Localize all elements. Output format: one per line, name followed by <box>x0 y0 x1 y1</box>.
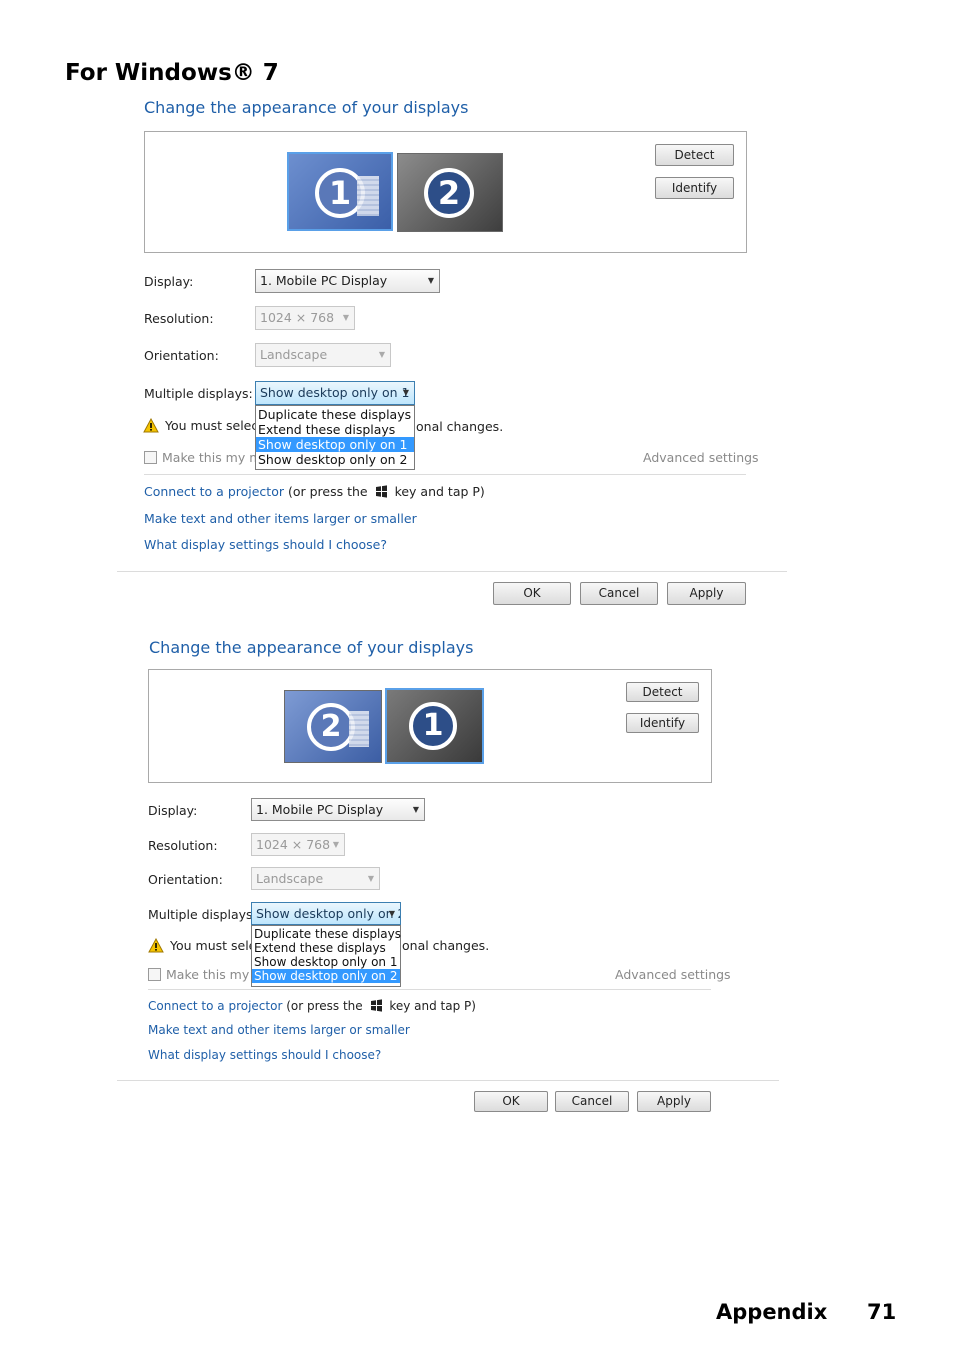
multiple-displays-select[interactable]: Show desktop only on 2 ▼ <box>251 902 401 925</box>
checkbox-box[interactable] <box>148 968 161 981</box>
connect-projector-link[interactable]: Connect to a projector <box>148 999 282 1013</box>
divider <box>144 474 746 475</box>
chevron-down-icon: ▼ <box>367 874 374 883</box>
detect-button[interactable]: Detect <box>626 682 699 702</box>
ok-button[interactable]: OK <box>493 582 571 605</box>
divider <box>148 989 711 990</box>
footer-section: Appendix <box>716 1300 828 1324</box>
checkbox-label: Make this my ma <box>162 450 270 465</box>
chevron-down-icon: ▼ <box>388 909 395 918</box>
identify-button[interactable]: Identify <box>626 713 699 733</box>
projector-row: Connect to a projector (or press the key… <box>144 484 485 499</box>
display-label: Display: <box>148 803 198 818</box>
dropdown-option[interactable]: Extend these displays <box>252 941 400 955</box>
multiple-displays-dropdown: Duplicate these displays Extend these di… <box>251 925 401 987</box>
panel-title: Change the appearance of your displays <box>144 98 469 117</box>
dropdown-option[interactable]: Show desktop only on 1 <box>252 955 400 969</box>
display-select[interactable]: 1. Mobile PC Display ▼ <box>255 269 440 293</box>
resolution-select: 1024 × 768 ▼ <box>255 306 355 330</box>
monitor-preview-area: 1 2 Detect Identify <box>144 131 747 253</box>
desktop-preview-icon <box>349 711 369 747</box>
advanced-settings-link[interactable]: Advanced settings <box>643 450 759 465</box>
connect-projector-link[interactable]: Connect to a projector <box>144 484 284 499</box>
dropdown-option[interactable]: Extend these displays <box>256 422 414 437</box>
projector-hint-end: key and tap P) <box>389 999 476 1013</box>
monitor-number: 1 <box>409 702 457 750</box>
warning-icon <box>148 938 164 953</box>
monitor-preview-area: 2 1 Detect Identify <box>148 669 712 783</box>
multiple-displays-value: Show desktop only on 2 <box>256 906 401 921</box>
multiple-displays-select[interactable]: Show desktop only on 1 ▼ <box>255 381 415 405</box>
display-help-link[interactable]: What display settings should I choose? <box>144 537 387 552</box>
orientation-label: Orientation: <box>144 348 219 363</box>
multiple-displays-dropdown: Duplicate these displays Extend these di… <box>255 405 415 470</box>
text-size-link[interactable]: Make text and other items larger or smal… <box>148 1023 410 1037</box>
monitor-1-tile[interactable]: 1 <box>385 688 484 764</box>
cancel-button[interactable]: Cancel <box>555 1091 629 1112</box>
display-help-link[interactable]: What display settings should I choose? <box>148 1048 381 1062</box>
resolution-value: 1024 × 768 <box>256 837 331 852</box>
dropdown-option[interactable]: Duplicate these displays <box>256 407 414 422</box>
display-value: 1. Mobile PC Display <box>260 273 388 288</box>
orientation-value: Landscape <box>256 871 324 886</box>
dropdown-option-selected[interactable]: Show desktop only on 2 <box>252 969 400 983</box>
cancel-button[interactable]: Cancel <box>580 582 658 605</box>
warning-text-end: onal changes. <box>416 419 504 434</box>
chevron-down-icon: ▼ <box>378 350 385 359</box>
projector-row: Connect to a projector (or press the key… <box>148 999 476 1013</box>
multiple-displays-label: Multiple displays: <box>148 907 257 922</box>
monitor-1-tile[interactable]: 1 <box>287 152 393 231</box>
monitor-number: 2 <box>307 703 355 751</box>
projector-hint-start: (or press the <box>287 484 368 499</box>
monitor-2-tile[interactable]: 2 <box>284 690 382 763</box>
windows-logo-icon <box>370 999 382 1012</box>
multiple-displays-value: Show desktop only on 1 <box>260 385 410 400</box>
multiple-displays-label: Multiple displays: <box>144 386 253 401</box>
orientation-select: Landscape ▼ <box>255 343 391 367</box>
orientation-value: Landscape <box>260 347 328 362</box>
advanced-settings-link[interactable]: Advanced settings <box>615 967 731 982</box>
resolution-label: Resolution: <box>148 838 218 853</box>
apply-button[interactable]: Apply <box>667 582 746 605</box>
ok-button[interactable]: OK <box>474 1091 548 1112</box>
windows-logo-icon <box>375 485 387 498</box>
display-select[interactable]: 1. Mobile PC Display ▼ <box>251 798 425 821</box>
page-number: 71 <box>867 1300 897 1324</box>
monitor-number: 2 <box>424 168 474 218</box>
orientation-label: Orientation: <box>148 872 223 887</box>
text-size-link[interactable]: Make text and other items larger or smal… <box>144 511 417 526</box>
warning-icon <box>143 418 159 433</box>
chevron-down-icon: ▼ <box>412 805 419 814</box>
chevron-down-icon: ▼ <box>402 388 409 397</box>
resolution-label: Resolution: <box>144 311 214 326</box>
apply-button[interactable]: Apply <box>637 1091 711 1112</box>
resolution-value: 1024 × 768 <box>260 310 335 325</box>
resolution-select: 1024 × 768 ▼ <box>251 833 345 856</box>
warning-text-start: You must select <box>165 418 264 433</box>
dropdown-option[interactable]: Duplicate these displays <box>252 927 401 941</box>
desktop-preview-icon <box>357 176 379 216</box>
warning-text-end: onal changes. <box>402 938 490 953</box>
dropdown-option-selected[interactable]: Show desktop only on 1 <box>256 437 414 452</box>
monitor-2-tile[interactable]: 2 <box>397 153 503 232</box>
checkbox-box[interactable] <box>144 451 157 464</box>
identify-button[interactable]: Identify <box>655 177 734 199</box>
display-label: Display: <box>144 274 194 289</box>
divider <box>117 571 787 572</box>
projector-hint-start: (or press the <box>286 999 363 1013</box>
divider <box>117 1080 779 1081</box>
detect-button[interactable]: Detect <box>655 144 734 166</box>
orientation-select: Landscape ▼ <box>251 867 380 890</box>
page-heading: For Windows® 7 <box>65 60 279 86</box>
warning-message: You must select <box>143 418 263 433</box>
panel-title: Change the appearance of your displays <box>149 638 474 657</box>
primary-display-checkbox[interactable]: Make this my ma <box>144 450 269 465</box>
chevron-down-icon: ▼ <box>342 313 349 322</box>
chevron-down-icon: ▼ <box>427 276 434 285</box>
projector-hint-end: key and tap P) <box>394 484 485 499</box>
dropdown-option[interactable]: Show desktop only on 2 <box>256 452 414 467</box>
chevron-down-icon: ▼ <box>332 840 339 849</box>
display-value: 1. Mobile PC Display <box>256 802 384 817</box>
